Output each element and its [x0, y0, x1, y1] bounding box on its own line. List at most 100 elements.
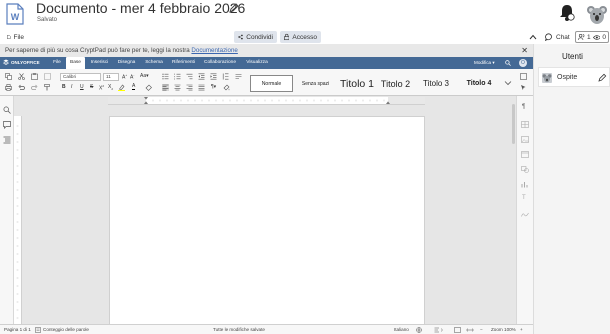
file-menu-button[interactable]: File [3, 31, 28, 43]
change-case-icon[interactable]: Aa▾ [140, 73, 149, 79]
style-no-spacing[interactable]: Senza spazi [294, 75, 337, 92]
chat-button[interactable]: Chat [543, 31, 573, 43]
style-normal[interactable]: Normale [250, 75, 293, 92]
bullet-list-icon[interactable] [162, 73, 169, 80]
copy-icon[interactable] [5, 73, 12, 80]
nonprinting-characters-icon[interactable]: ¶▾ [211, 84, 216, 90]
tab-view[interactable]: Visualizza [242, 57, 272, 69]
paragraph-settings-icon-right[interactable]: ¶ [522, 104, 525, 110]
edit-title-pencil-icon[interactable] [229, 3, 239, 13]
increase-font-icon[interactable]: A+ [122, 73, 127, 81]
print-icon[interactable] [5, 84, 12, 91]
tab-collaboration[interactable]: Collaborazione [201, 57, 239, 69]
edit-mode-dropdown[interactable]: Modifica ▾ [474, 57, 495, 69]
close-notice-icon[interactable]: ✕ [521, 44, 528, 57]
spellcheck-globe-icon[interactable] [416, 327, 423, 333]
multilevel-list-icon[interactable] [186, 73, 193, 80]
strikethrough-icon[interactable]: S [90, 84, 93, 90]
vertical-ruler[interactable] [14, 116, 22, 324]
image-settings-icon[interactable] [521, 136, 529, 143]
increase-indent-icon[interactable] [210, 73, 217, 80]
info-notice-bar: Per saperne di più su cosa CryptPad può … [0, 44, 533, 57]
numbered-list-icon[interactable] [174, 73, 181, 80]
horizontal-ruler[interactable] [108, 97, 425, 105]
zoom-out-button[interactable]: − [480, 327, 483, 332]
chart-settings-icon[interactable] [521, 181, 529, 188]
copy-style-icon[interactable] [520, 73, 527, 80]
clear-style-icon[interactable] [145, 84, 152, 91]
users-toggle-button[interactable]: 1 0 [575, 31, 609, 43]
signature-settings-icon[interactable] [521, 211, 529, 218]
style-heading-1[interactable]: Titolo 1 [337, 75, 377, 92]
select-all-icon[interactable] [44, 73, 51, 80]
paste-icon[interactable] [31, 73, 38, 80]
documentation-link[interactable]: Documentazione [191, 47, 237, 54]
header-footer-settings-icon[interactable] [521, 151, 529, 158]
tab-file[interactable]: File [49, 57, 65, 69]
track-changes-icon[interactable] [434, 327, 444, 333]
font-name-dropdown[interactable]: Calibri [60, 73, 101, 81]
access-label: Accesso [292, 33, 317, 41]
zoom-level[interactable]: Zoom 100% [491, 327, 516, 332]
align-left-icon[interactable] [162, 84, 169, 91]
justify-icon[interactable] [198, 84, 205, 91]
font-name-value: Calibri [63, 74, 77, 79]
subscript-icon[interactable]: X2 [108, 84, 113, 91]
format-painter-icon[interactable] [44, 84, 51, 91]
fit-width-icon[interactable] [466, 327, 474, 333]
tab-references[interactable]: Riferimenti [169, 57, 198, 69]
notifications-bell-icon[interactable] [559, 4, 575, 22]
text-art-settings-icon[interactable]: T [522, 195, 526, 201]
font-size-dropdown[interactable]: 11 [103, 73, 119, 81]
line-spacing-icon[interactable] [222, 73, 229, 80]
vertical-scrollbar[interactable] [512, 104, 515, 144]
fit-page-icon[interactable] [454, 327, 461, 333]
share-button[interactable]: Condividi [234, 31, 277, 43]
highlight-color-icon[interactable] [118, 84, 125, 91]
find-icon[interactable] [3, 106, 11, 114]
table-settings-icon[interactable] [521, 121, 529, 128]
word-count-button[interactable]: Conteggio delle parole [43, 327, 89, 332]
shape-settings-icon[interactable] [521, 166, 529, 173]
select-icon[interactable] [520, 84, 527, 91]
font-color-icon[interactable]: A [132, 84, 136, 90]
decrease-font-icon[interactable]: A- [130, 73, 134, 81]
access-button[interactable]: Accesso [280, 31, 321, 43]
style-heading-2[interactable]: Titolo 2 [377, 75, 414, 92]
editor-user-avatar[interactable]: O [519, 59, 527, 67]
shading-icon[interactable] [223, 84, 230, 91]
tab-draw[interactable]: Disegna [114, 57, 139, 69]
bold-icon[interactable]: B [62, 84, 66, 90]
redo-icon[interactable] [31, 84, 38, 91]
decrease-indent-icon[interactable] [198, 73, 205, 80]
style-heading-3[interactable]: Titolo 3 [417, 75, 455, 92]
style-heading-4[interactable]: Titolo 4 [459, 75, 499, 92]
guest-avatar-icon [542, 73, 552, 83]
align-right-icon[interactable] [186, 84, 193, 91]
edit-mode-label: Modifica [474, 60, 492, 65]
zoom-in-button[interactable]: + [520, 327, 523, 332]
tab-insert[interactable]: Inserisci [88, 57, 111, 69]
word-document-icon: W [6, 3, 24, 25]
page-indicator[interactable]: Pagina 1 di 1 [4, 327, 31, 332]
user-avatar-koala-icon[interactable] [587, 3, 607, 25]
superscript-icon[interactable]: X2 [99, 84, 104, 92]
undo-icon[interactable] [18, 84, 25, 91]
styles-expand-chevron-icon[interactable] [504, 80, 512, 86]
paragraph-settings-icon[interactable] [235, 73, 242, 80]
language-selector[interactable]: Italiano [394, 327, 409, 332]
collapse-toolbar-button[interactable] [527, 31, 540, 43]
comments-icon[interactable] [3, 121, 11, 129]
search-icon[interactable] [505, 60, 511, 66]
document-title[interactable]: Documento - mer 4 febbraio 2026 [36, 0, 245, 16]
align-center-icon[interactable] [174, 84, 181, 91]
tab-layout[interactable]: Schema [142, 57, 166, 69]
edit-name-pencil-icon[interactable] [598, 73, 607, 82]
cut-icon[interactable] [18, 73, 25, 80]
italic-icon[interactable]: I [71, 84, 72, 90]
underline-icon[interactable]: U [80, 84, 84, 90]
navigation-icon[interactable] [3, 136, 11, 144]
user-row[interactable]: Ospite [538, 67, 610, 87]
document-page[interactable] [109, 116, 425, 324]
tab-base[interactable]: Base [66, 57, 85, 69]
